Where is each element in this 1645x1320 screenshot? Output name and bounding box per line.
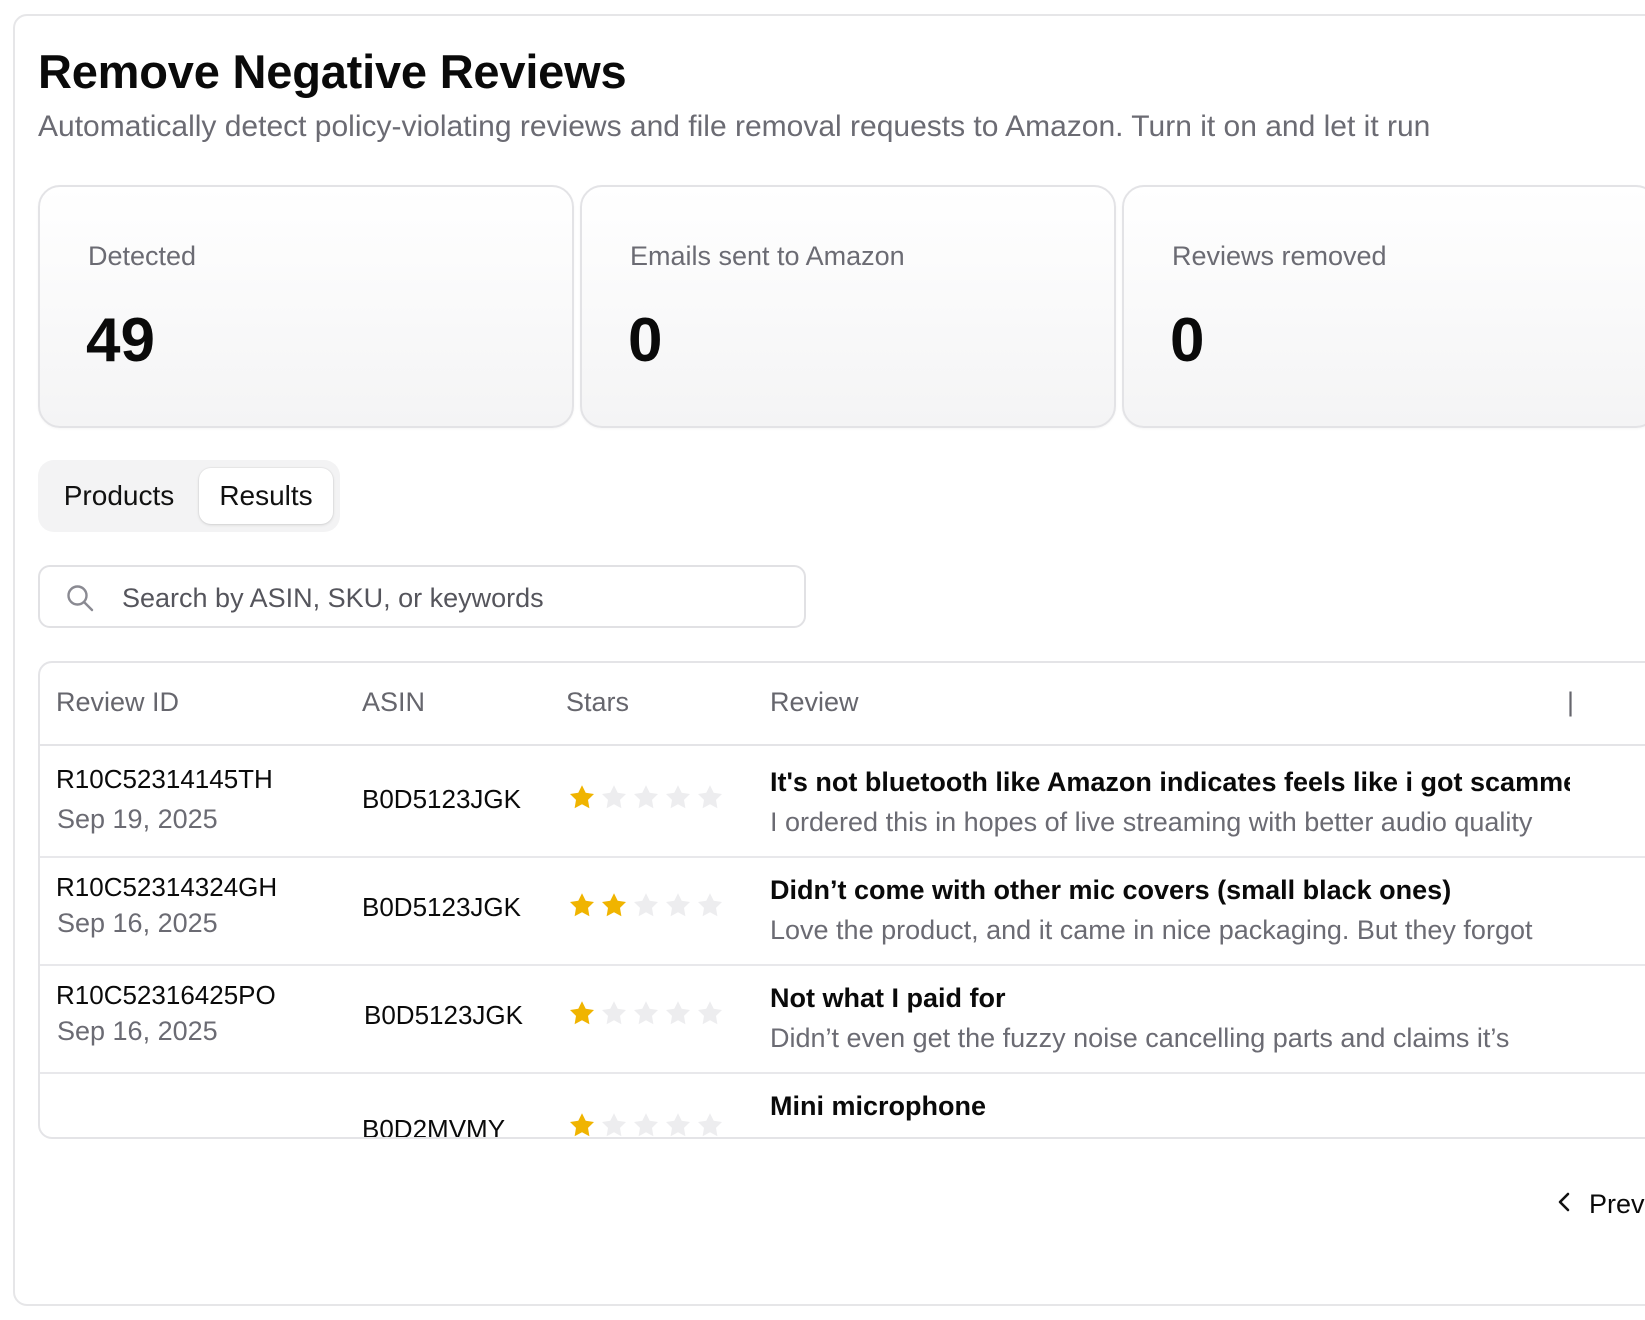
review-id: R10C52314324GH [56, 872, 278, 902]
review-title: It's not bluetooth like Amazon indicates… [770, 767, 1570, 797]
column-header-review-id[interactable]: Review ID [56, 687, 179, 718]
column-header-stars[interactable]: Stars [566, 687, 629, 718]
stat-card-reviews-removed: Reviews removed 0 [1122, 185, 1645, 428]
page-subtitle: Automatically detect policy-violating re… [38, 110, 1431, 143]
tab-products[interactable]: Products [44, 468, 194, 524]
column-header-review[interactable]: Review [770, 687, 859, 718]
star-rating [566, 890, 726, 922]
stat-card-emails-sent: Emails sent to Amazon 0 [580, 185, 1116, 428]
star-rating [566, 782, 726, 814]
column-header-truncated: | [1567, 687, 1575, 717]
table-row[interactable]: B0D2MVMY Mini microphone [40, 1068, 1645, 1139]
review-title: Not what I paid for [770, 983, 1006, 1013]
review-body: Love the product, and it came in nice pa… [770, 915, 1533, 945]
review-body: Didn’t even get the fuzzy noise cancelli… [770, 1023, 1510, 1053]
star-filled-icon [570, 893, 594, 917]
search-box [38, 565, 806, 628]
star-empty-icon [634, 1113, 658, 1137]
star-empty-icon [666, 893, 690, 917]
review-cell: It's not bluetooth like Amazon indicates… [770, 764, 1570, 840]
page-title: Remove Negative Reviews [38, 45, 627, 98]
review-asin: B0D5123JGK [364, 1000, 523, 1030]
stat-label: Reviews removed [1172, 241, 1387, 271]
review-date: Sep 16, 2025 [57, 908, 218, 938]
tab-results[interactable]: Results [199, 468, 333, 524]
star-empty-icon [602, 1113, 626, 1137]
stat-label: Emails sent to Amazon [630, 241, 905, 271]
review-asin: B0D2MVMY [362, 1114, 506, 1139]
star-empty-icon [634, 1001, 658, 1025]
stat-value: 0 [628, 306, 663, 375]
reviews-table: Review ID ASIN Stars Review | R10C523141… [38, 661, 1645, 1139]
review-body: I ordered this in hopes of live streamin… [770, 807, 1533, 837]
star-empty-icon [698, 785, 722, 809]
view-tabs: Products Results [38, 460, 340, 532]
column-header-asin[interactable]: ASIN [362, 687, 425, 718]
star-empty-icon [602, 785, 626, 809]
review-asin: B0D5123JGK [362, 892, 521, 922]
table-row[interactable]: R10C52314145TH Sep 19, 2025 B0D5123JGK I… [40, 744, 1645, 858]
stat-value: 49 [86, 306, 155, 375]
table-row[interactable]: R10C52316425PO Sep 16, 2025 B0D5123JGK N… [40, 960, 1645, 1074]
review-cell: Mini microphone [770, 1088, 1570, 1124]
stat-value: 0 [1170, 306, 1205, 375]
star-rating [566, 998, 726, 1030]
star-empty-icon [698, 1113, 722, 1137]
star-filled-icon [570, 785, 594, 809]
stat-label: Detected [88, 241, 197, 271]
review-asin: B0D5123JGK [362, 784, 521, 814]
star-empty-icon [666, 1113, 690, 1137]
star-empty-icon [666, 785, 690, 809]
review-id: R10C52316425PO [56, 980, 276, 1010]
star-empty-icon [698, 893, 722, 917]
star-empty-icon [698, 1001, 722, 1025]
prev-page-button[interactable]: Prev [1553, 1188, 1645, 1228]
table-row[interactable]: R10C52314324GH Sep 16, 2025 B0D5123JGK D… [40, 852, 1645, 966]
star-empty-icon [602, 1001, 626, 1025]
review-title: Mini microphone [770, 1091, 986, 1121]
star-filled-icon [602, 893, 626, 917]
review-date: Sep 19, 2025 [57, 804, 218, 834]
star-rating [566, 1110, 726, 1137]
star-empty-icon [634, 785, 658, 809]
star-empty-icon [666, 1001, 690, 1025]
review-date: Sep 16, 2025 [57, 1016, 218, 1046]
search-input[interactable] [120, 575, 784, 621]
review-cell: Not what I paid for Didn’t even get the … [770, 980, 1570, 1056]
table-header: Review ID ASIN Stars Review | [40, 663, 1645, 746]
star-empty-icon [634, 893, 658, 917]
stat-card-detected: Detected 49 [38, 185, 574, 428]
search-icon [67, 585, 94, 612]
review-id: R10C52314145TH [56, 764, 273, 794]
review-title: Didn’t come with other mic covers (small… [770, 875, 1452, 905]
star-filled-icon [570, 1113, 594, 1137]
star-filled-icon [570, 1001, 594, 1025]
review-cell: Didn’t come with other mic covers (small… [770, 872, 1570, 948]
prev-label: Prev [1589, 1189, 1645, 1219]
chevron-left-icon [1558, 1192, 1570, 1212]
